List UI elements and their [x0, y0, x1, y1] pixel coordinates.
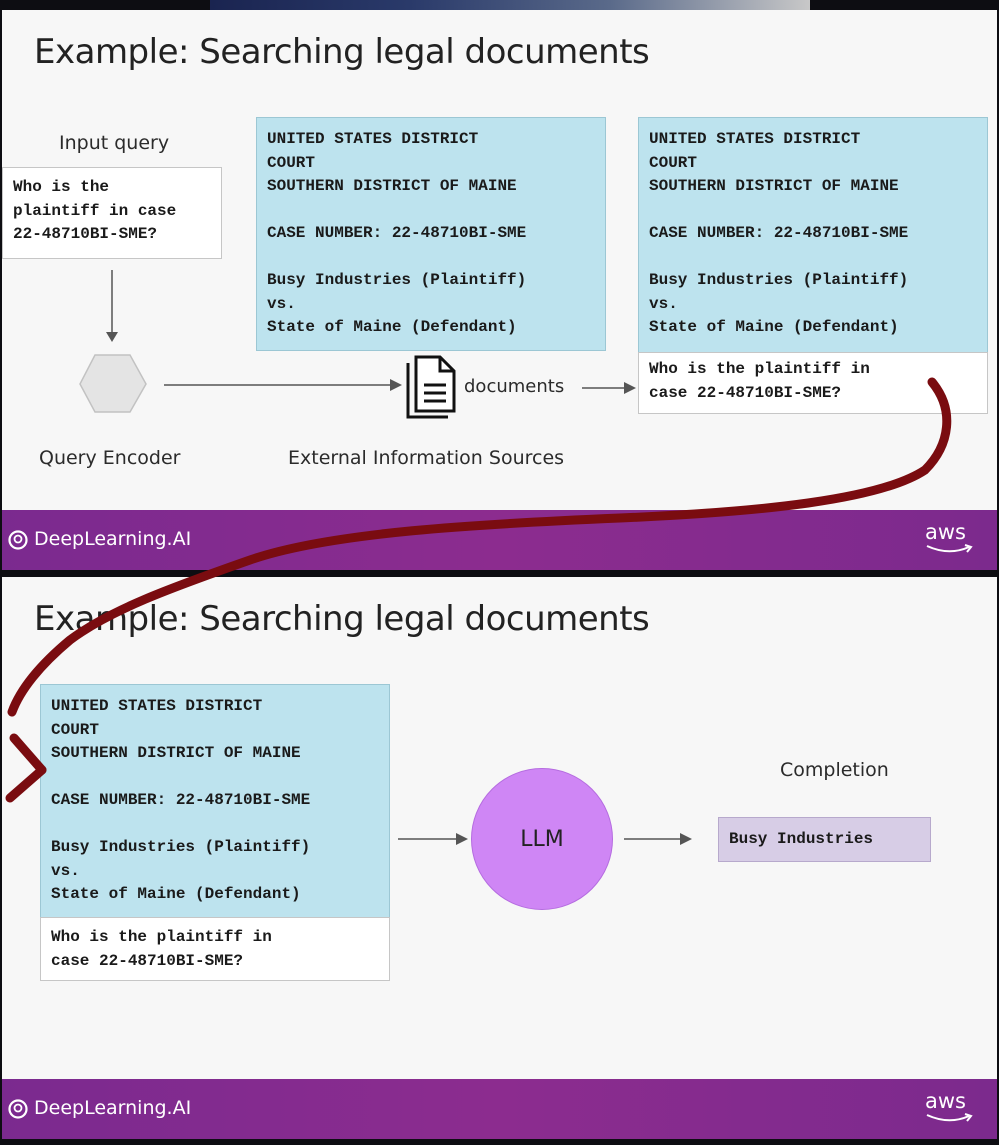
annotation-arrow-icon [5, 377, 952, 803]
